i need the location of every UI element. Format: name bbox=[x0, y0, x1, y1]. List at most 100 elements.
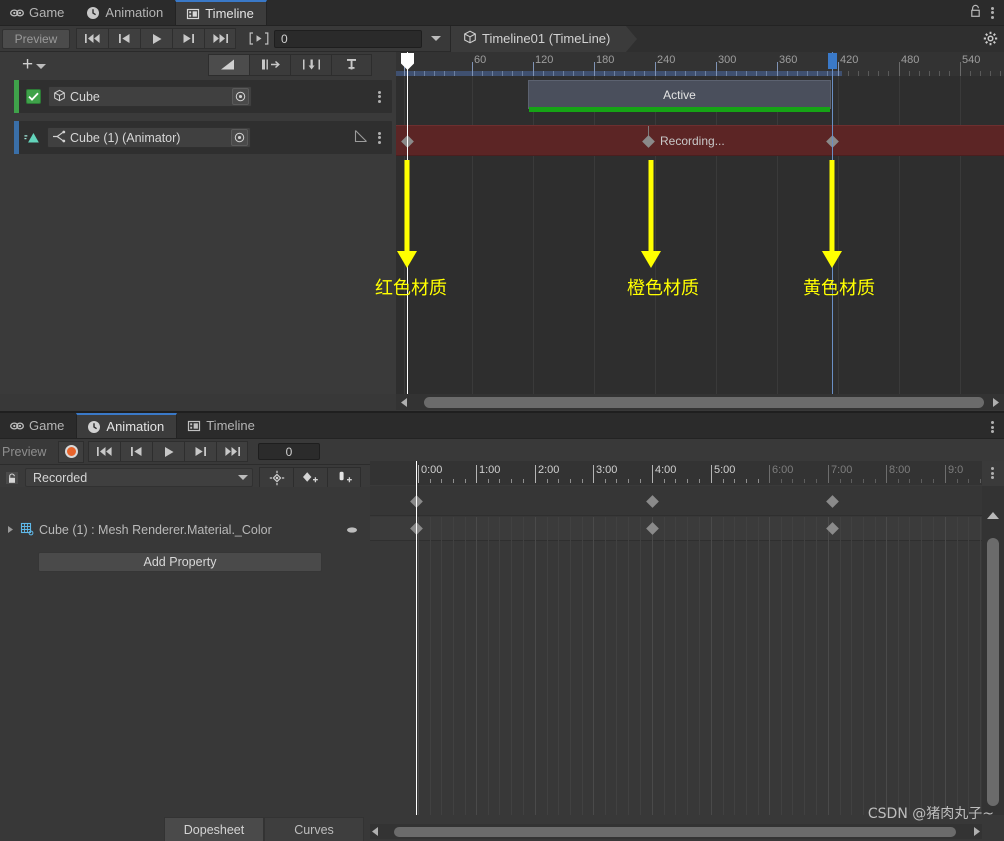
animation-playhead[interactable] bbox=[416, 461, 417, 841]
annotation-label-orange: 橙色材质 bbox=[627, 274, 699, 300]
kebab-menu-icon[interactable] bbox=[991, 466, 995, 480]
ruler-tick bbox=[960, 62, 961, 76]
ruler-tick-label: 540 bbox=[962, 54, 980, 66]
ruler-tick-label: 60 bbox=[474, 54, 486, 66]
breadcrumb[interactable]: Timeline01 (TimeLine) bbox=[451, 26, 626, 52]
grid-line bbox=[711, 517, 712, 817]
clip-active[interactable]: Active bbox=[528, 80, 831, 109]
track-name-field[interactable]: Cube (1) (Animator) bbox=[47, 127, 251, 148]
scroll-left-arrow-icon[interactable] bbox=[372, 825, 379, 839]
lock-icon[interactable] bbox=[969, 4, 982, 21]
previous-keyframe-icon[interactable] bbox=[120, 441, 152, 462]
track-row-animator[interactable]: Cube (1) (Animator) bbox=[14, 121, 392, 154]
ruler-tick-label: 120 bbox=[535, 54, 553, 66]
replace-mode-icon[interactable] bbox=[290, 54, 331, 76]
grid-line-minor bbox=[957, 517, 958, 817]
tab-game[interactable]: Game bbox=[0, 413, 76, 438]
animation-ruler-menu[interactable] bbox=[982, 461, 1004, 485]
animation-dopesheet[interactable] bbox=[370, 486, 982, 817]
play-icon[interactable] bbox=[140, 28, 172, 49]
skip-to-end-icon[interactable] bbox=[204, 28, 236, 49]
curves-icon[interactable] bbox=[354, 129, 368, 146]
scroll-left-arrow-icon[interactable] bbox=[398, 398, 411, 407]
kebab-menu-icon[interactable] bbox=[378, 90, 382, 104]
add-keyframe-filter-icon[interactable] bbox=[259, 467, 293, 489]
ruler-tick bbox=[472, 62, 473, 76]
next-frame-icon[interactable] bbox=[172, 28, 204, 49]
keyframe-diamond[interactable] bbox=[642, 135, 655, 148]
add-keyframe-icon[interactable] bbox=[293, 467, 327, 489]
scroll-up-arrow-icon[interactable] bbox=[987, 512, 999, 519]
kebab-menu-icon[interactable] bbox=[991, 420, 995, 434]
preview-button[interactable]: Preview bbox=[2, 29, 70, 49]
timeline-marker-handle[interactable] bbox=[828, 53, 837, 69]
lock-marker-icon[interactable] bbox=[331, 54, 372, 76]
tab-animation[interactable]: Animation bbox=[76, 413, 177, 438]
tab-curves[interactable]: Curves bbox=[264, 817, 364, 841]
ripple-mode-icon[interactable] bbox=[249, 54, 290, 76]
timeline-track-area[interactable]: Active Recording... bbox=[396, 76, 1004, 394]
ruler-minor-tick bbox=[453, 479, 454, 483]
animation-ruler[interactable]: 0:001:002:003:004:005:006:007:008:009:0 bbox=[370, 461, 982, 485]
ruler-tick bbox=[828, 465, 829, 483]
timeline-toolbar: Preview 0 bbox=[0, 26, 1004, 52]
tab-timeline[interactable]: Timeline bbox=[177, 413, 267, 438]
add-property-button[interactable]: Add Property bbox=[38, 552, 322, 572]
tab-game[interactable]: Game bbox=[0, 0, 76, 25]
ruler-tick-label: 300 bbox=[718, 54, 736, 66]
record-button[interactable] bbox=[58, 441, 84, 463]
timeline-dropdown-button[interactable] bbox=[422, 28, 450, 49]
next-keyframe-icon[interactable] bbox=[184, 441, 216, 462]
ruler-minor-tick bbox=[980, 479, 981, 483]
tab-animation[interactable]: Animation bbox=[76, 0, 175, 25]
clip-recording[interactable]: Recording... bbox=[396, 125, 1004, 156]
preview-button[interactable]: Preview bbox=[0, 445, 58, 459]
mix-mode-icon[interactable] bbox=[208, 54, 249, 76]
tab-label: Timeline bbox=[205, 6, 254, 21]
tab-dopesheet[interactable]: Dopesheet bbox=[164, 817, 264, 841]
ruler-tick bbox=[945, 465, 946, 483]
clip-name-dropdown[interactable]: Recorded bbox=[25, 468, 253, 487]
skip-to-start-icon[interactable] bbox=[88, 441, 120, 462]
track-name-field[interactable]: Cube bbox=[48, 86, 252, 107]
timeline-ruler[interactable]: 060120180240300360420480540 bbox=[396, 52, 1004, 76]
property-row[interactable]: Cube (1) : Mesh Renderer.Material._Color bbox=[0, 519, 370, 541]
scroll-thumb[interactable] bbox=[424, 397, 984, 408]
scroll-thumb[interactable] bbox=[987, 538, 999, 806]
add-track-group[interactable]: + bbox=[0, 55, 200, 74]
kebab-menu-icon[interactable] bbox=[991, 6, 995, 20]
target-icon[interactable] bbox=[231, 129, 248, 146]
play-icon[interactable] bbox=[152, 441, 184, 462]
skip-to-start-icon[interactable] bbox=[76, 28, 108, 49]
ruler-minor-tick bbox=[816, 479, 817, 483]
grid-line-minor bbox=[898, 517, 899, 817]
scroll-thumb[interactable] bbox=[394, 827, 956, 837]
expand-triangle-icon[interactable] bbox=[6, 523, 15, 537]
summary-keyframe-row[interactable] bbox=[370, 486, 982, 516]
ruler-minor-tick bbox=[723, 479, 724, 483]
scroll-right-arrow-icon[interactable] bbox=[973, 825, 980, 839]
scroll-right-arrow-icon[interactable] bbox=[989, 398, 1002, 407]
ruler-minor-tick bbox=[687, 479, 688, 483]
tab-label: Timeline bbox=[206, 418, 255, 433]
frame-input[interactable]: 0 bbox=[274, 30, 422, 48]
plus-icon: + bbox=[22, 55, 33, 74]
play-range-icon[interactable] bbox=[244, 28, 274, 49]
add-event-icon[interactable] bbox=[327, 467, 361, 489]
ellipse-icon[interactable] bbox=[346, 523, 358, 537]
lock-icon[interactable] bbox=[3, 469, 21, 487]
animation-hscrollbar[interactable] bbox=[370, 824, 982, 839]
skip-to-end-icon[interactable] bbox=[216, 441, 248, 462]
track-row-cube[interactable]: Cube bbox=[14, 80, 392, 113]
dopesheet-vscrollbar[interactable] bbox=[982, 486, 1004, 817]
tab-timeline[interactable]: Timeline bbox=[175, 0, 267, 25]
target-icon[interactable] bbox=[232, 88, 249, 105]
grid-line bbox=[899, 76, 900, 394]
gear-icon[interactable] bbox=[976, 26, 1004, 52]
timeline-window-controls bbox=[969, 4, 1004, 25]
frame-input[interactable]: 0 bbox=[258, 443, 320, 460]
timeline-hscrollbar[interactable] bbox=[396, 394, 1004, 410]
previous-frame-icon[interactable] bbox=[108, 28, 140, 49]
track-enabled-checkbox[interactable] bbox=[26, 89, 41, 104]
kebab-menu-icon[interactable] bbox=[378, 131, 382, 145]
